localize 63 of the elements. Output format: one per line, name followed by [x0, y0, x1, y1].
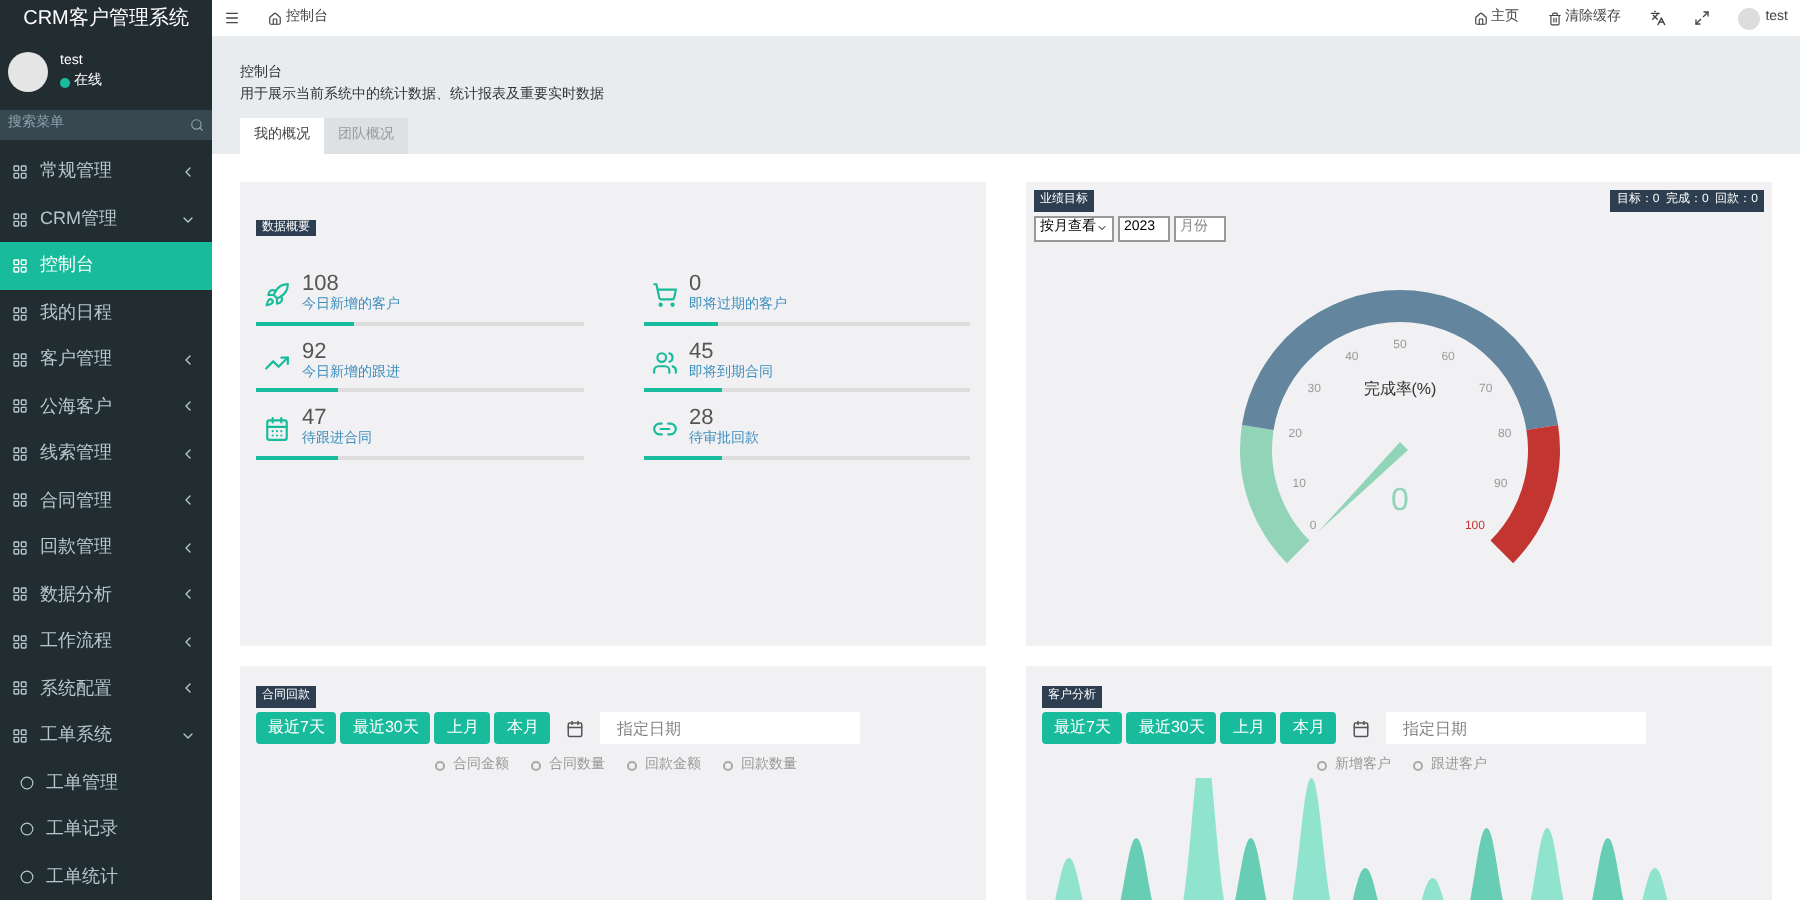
legend-marker-icon	[1311, 760, 1331, 773]
stat-value: 45	[689, 341, 716, 363]
stat-value: 0	[689, 274, 704, 296]
gauge-needle	[1317, 441, 1407, 531]
date-field[interactable]: 指定日期	[600, 712, 861, 744]
menu-icon[interactable]	[224, 10, 240, 26]
grid-icon	[12, 211, 28, 228]
sidebar-item[interactable]: 客户管理	[0, 336, 212, 384]
grid-icon	[12, 586, 28, 603]
sidebar-item[interactable]: 合同管理	[0, 477, 212, 525]
grid-icon	[12, 539, 28, 556]
legend-marker-icon	[525, 760, 545, 773]
sidebar-item[interactable]: 工单记录	[0, 806, 212, 854]
grid-icon	[12, 492, 28, 509]
sidebar-item[interactable]: 回款管理	[0, 524, 212, 572]
sidebar-item[interactable]: 常规管理	[0, 148, 212, 196]
search-icon	[190, 117, 204, 132]
grid-icon	[12, 445, 28, 462]
grid-icon	[12, 680, 28, 697]
sidebar-item[interactable]: 数据分析	[0, 571, 212, 619]
stat-value: 92	[302, 341, 329, 363]
gauge-title: 完成率(%)	[1362, 379, 1436, 397]
gauge-value: 0	[1390, 483, 1408, 517]
circle-icon	[20, 775, 34, 790]
legend-marker-icon	[1407, 760, 1427, 773]
grid-icon	[12, 164, 28, 181]
sidebar-item[interactable]: 公海客户	[0, 383, 212, 431]
calendar-icon	[1352, 719, 1371, 737]
cart-icon	[651, 282, 677, 309]
calendar-icon	[566, 719, 585, 737]
sidebar-item[interactable]: 工单管理	[0, 759, 212, 807]
stat-value: 28	[689, 408, 716, 430]
stat-value: 47	[302, 408, 329, 430]
home-icon	[1473, 11, 1488, 25]
legend-marker-icon	[429, 760, 449, 773]
avatar	[8, 52, 48, 93]
sidebar-item[interactable]: 系统配置	[0, 665, 212, 713]
grid-icon	[12, 258, 28, 275]
sidebar-item[interactable]: 我的日程	[0, 289, 212, 337]
trash-icon	[1547, 11, 1562, 25]
circle-icon	[20, 869, 34, 884]
grid-icon	[12, 351, 28, 368]
rocket-icon	[264, 282, 290, 309]
circle-icon	[20, 822, 34, 837]
sidebar-item[interactable]: 工单统计	[0, 853, 212, 900]
sidebar-item[interactable]: CRM管理	[0, 195, 212, 243]
grid-icon	[12, 633, 28, 650]
stat-value: 108	[302, 274, 341, 296]
language-icon[interactable]	[1649, 10, 1666, 26]
sidebar-item[interactable]: 线索管理	[0, 430, 212, 478]
grid-icon	[12, 727, 28, 744]
caret-icon	[1096, 222, 1108, 235]
date-field[interactable]: 指定日期	[1386, 712, 1647, 744]
legend-marker-icon	[621, 760, 641, 773]
sidebar-item[interactable]: 工单系统	[0, 712, 212, 760]
calendar-icon	[264, 416, 290, 443]
grid-icon	[12, 305, 28, 321]
fullscreen-icon[interactable]	[1693, 10, 1710, 26]
home-icon	[268, 11, 282, 25]
sidebar-item[interactable]: 工作流程	[0, 618, 212, 666]
users-icon	[651, 349, 677, 376]
legend-marker-icon	[717, 760, 737, 773]
grid-icon	[12, 398, 28, 415]
